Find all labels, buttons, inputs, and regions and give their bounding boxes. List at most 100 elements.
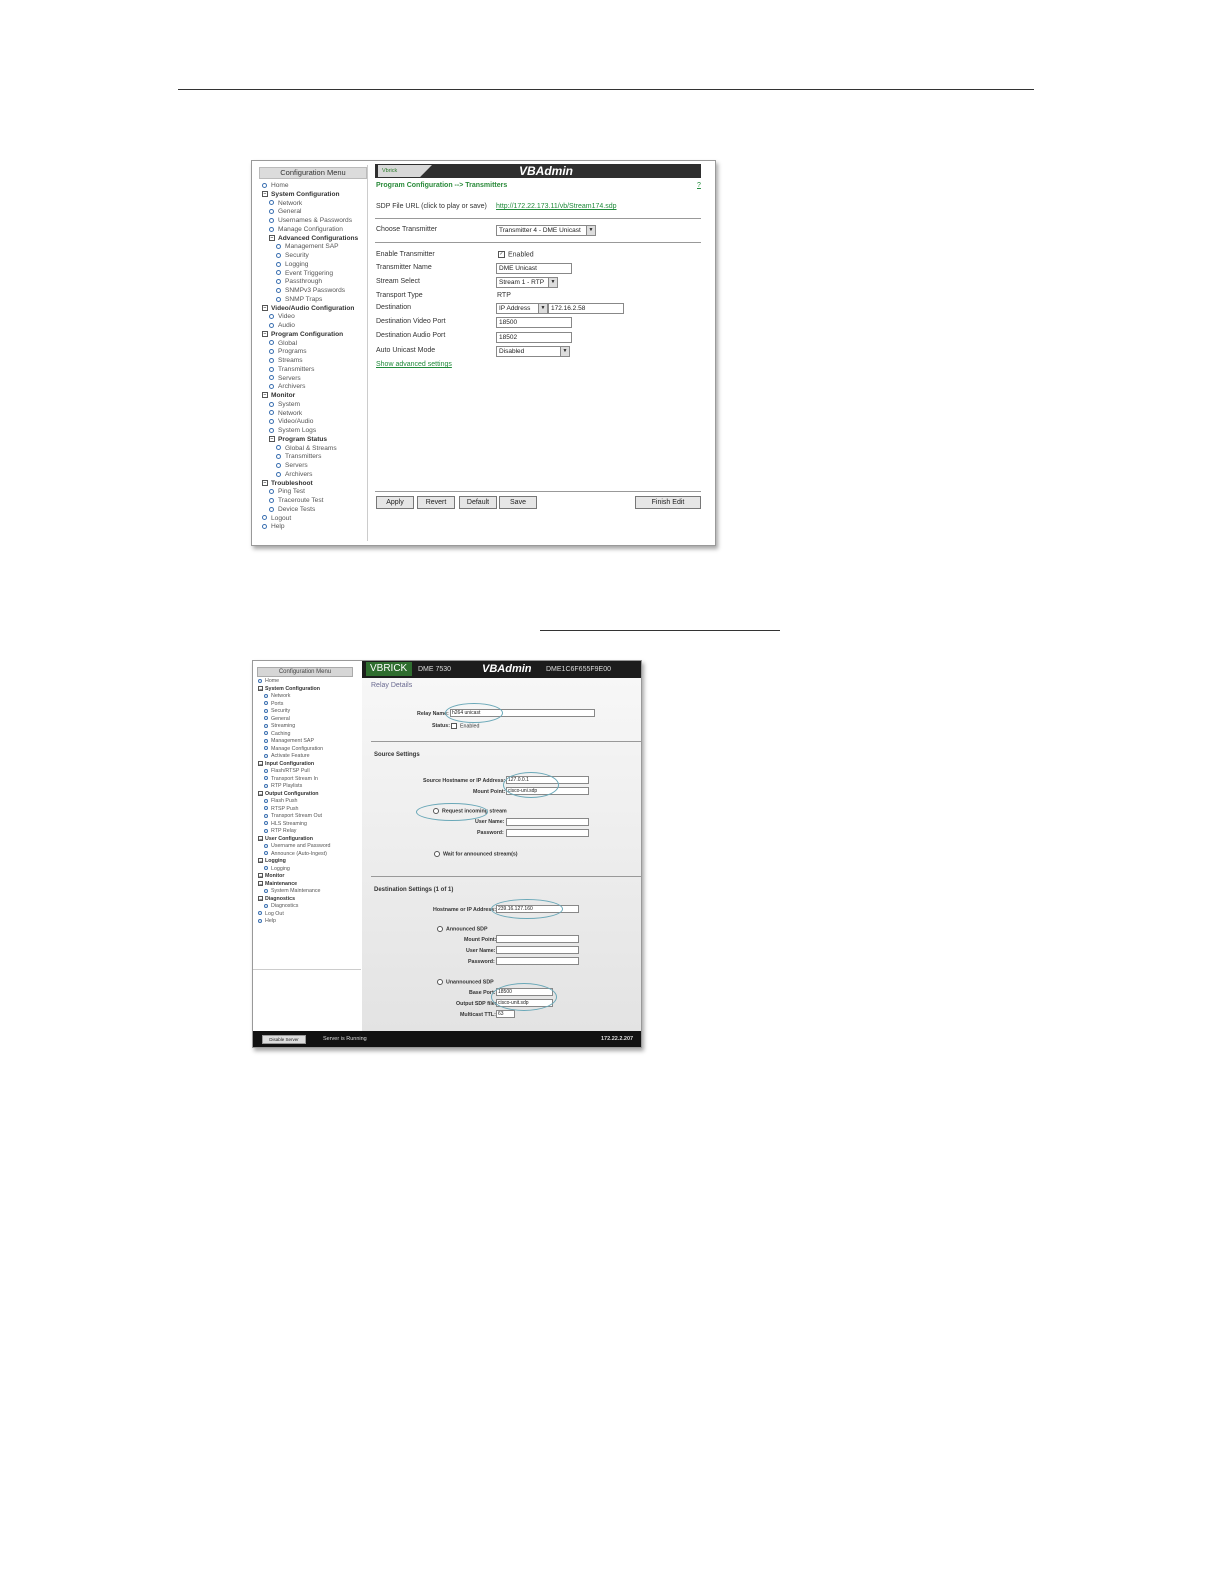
menu-item-logging[interactable]: Logging xyxy=(264,866,290,872)
menu-item-troubleshoot[interactable]: − Troubleshoot xyxy=(262,480,313,488)
apply-button[interactable]: Apply xyxy=(376,496,414,509)
menu-item-device-tests[interactable]: Device Tests xyxy=(269,506,315,514)
menu-item-help[interactable]: Help xyxy=(258,918,276,924)
save-button[interactable]: Save xyxy=(499,496,537,509)
ann-mount-input[interactable] xyxy=(496,935,579,943)
destination-ip-input[interactable]: 172.16.2.58 xyxy=(548,303,624,314)
menu-item-programs[interactable]: Programs xyxy=(269,348,307,356)
menu-item-archivers[interactable]: Archivers xyxy=(269,383,305,391)
menu-item-system-configuration[interactable]: − System Configuration xyxy=(258,686,320,693)
menu-item-rtsp-push[interactable]: RTSP Push xyxy=(264,806,298,812)
menu-item-system-maintenance[interactable]: System Maintenance xyxy=(264,888,320,894)
announced-sdp-radio[interactable]: Announced SDP xyxy=(437,926,488,932)
status-checkbox[interactable]: Enabled xyxy=(451,723,479,729)
menu-item-security[interactable]: Security xyxy=(276,252,309,260)
menu-item-servers[interactable]: Servers xyxy=(269,375,301,383)
destination-type-select[interactable]: IP Address xyxy=(496,303,548,314)
menu-item-system-configuration[interactable]: − System Configuration xyxy=(262,191,340,199)
menu-item-streaming[interactable]: Streaming xyxy=(264,723,295,729)
menu-item-logging[interactable]: Logging xyxy=(276,261,308,269)
menu-item-home[interactable]: Home xyxy=(262,182,289,190)
menu-item-transmitters[interactable]: Transmitters xyxy=(269,366,314,374)
menu-item-manage-configuration[interactable]: Manage Configuration xyxy=(269,226,343,234)
stream-select[interactable]: Stream 1 - RTP xyxy=(496,277,558,288)
choose-transmitter-select[interactable]: Transmitter 4 - DME Unicast xyxy=(496,225,596,236)
menu-item-logout[interactable]: Logout xyxy=(262,515,291,523)
menu-item-advanced-configurations[interactable]: − Advanced Configurations xyxy=(269,235,358,243)
menu-item-activate-feature[interactable]: Activate Feature xyxy=(264,753,310,759)
menu-item-ports[interactable]: Ports xyxy=(264,701,283,707)
menu-item-video-audio-configuration[interactable]: − Video/Audio Configuration xyxy=(262,305,354,313)
menu-item-transport-stream-in[interactable]: Transport Stream In xyxy=(264,776,318,782)
user-name-input[interactable] xyxy=(506,818,589,826)
menu-item-event-triggering[interactable]: Event Triggering xyxy=(276,270,333,278)
revert-button[interactable]: Revert xyxy=(417,496,455,509)
menu-item-rtp-playlists[interactable]: RTP Playlists xyxy=(264,783,302,789)
menu-item-global-streams[interactable]: Global & Streams xyxy=(276,445,337,453)
menu-item-passthrough[interactable]: Passthrough xyxy=(276,278,322,286)
transmitter-name-input[interactable]: DME Unicast xyxy=(496,263,572,274)
menu-item-general[interactable]: General xyxy=(264,716,290,722)
finish-edit-button[interactable]: Finish Edit xyxy=(635,496,701,509)
menu-item-monitor[interactable]: − Monitor xyxy=(258,873,284,880)
auto-unicast-select[interactable]: Disabled xyxy=(496,346,570,357)
menu-item-traceroute-test[interactable]: Traceroute Test xyxy=(269,497,323,505)
menu-item-video[interactable]: Video xyxy=(269,313,295,321)
menu-item-program-configuration[interactable]: − Program Configuration xyxy=(262,331,343,339)
menu-item-home[interactable]: Home xyxy=(258,678,279,684)
menu-item-manage-configuration[interactable]: Manage Configuration xyxy=(264,746,323,752)
menu-item-video-audio[interactable]: Video/Audio xyxy=(269,418,313,426)
menu-item-logging[interactable]: − Logging xyxy=(258,858,286,865)
menu-item-log-out[interactable]: Log Out xyxy=(258,911,284,917)
menu-item-flash-push[interactable]: Flash Push xyxy=(264,798,298,804)
menu-item-ping-test[interactable]: Ping Test xyxy=(269,488,305,496)
ttl-input[interactable]: 63 xyxy=(496,1010,515,1018)
password-input[interactable] xyxy=(506,829,589,837)
wait-announced-radio[interactable]: Wait for announced stream(s) xyxy=(434,851,518,857)
menu-item-system[interactable]: System xyxy=(269,401,300,409)
menu-item-security[interactable]: Security xyxy=(264,708,290,714)
help-link[interactable]: ? xyxy=(697,182,701,189)
menu-item-snmp-traps[interactable]: SNMP Traps xyxy=(276,296,322,304)
enable-transmitter-checkbox[interactable]: ✓ Enabled xyxy=(498,251,534,258)
menu-item-archivers[interactable]: Archivers xyxy=(276,471,312,479)
menu-item-rtp-relay[interactable]: RTP Relay xyxy=(264,828,296,834)
menu-item-management-sap[interactable]: Management SAP xyxy=(264,738,314,744)
menu-item-output-configuration[interactable]: − Output Configuration xyxy=(258,791,319,798)
menu-item-hls-streaming[interactable]: HLS Streaming xyxy=(264,821,307,827)
menu-item-usernames-passwords[interactable]: Usernames & Passwords xyxy=(269,217,352,225)
sdp-url-link[interactable]: http://172.22.173.11/vb/Stream174.sdp xyxy=(496,203,617,210)
menu-item-help[interactable]: Help xyxy=(262,523,285,531)
video-port-input[interactable]: 18500 xyxy=(496,317,572,328)
menu-item-caching[interactable]: Caching xyxy=(264,731,290,737)
audio-port-input[interactable]: 18502 xyxy=(496,332,572,343)
menu-item-input-configuration[interactable]: − Input Configuration xyxy=(258,761,314,768)
menu-item-maintenance[interactable]: − Maintenance xyxy=(258,881,297,888)
menu-item-diagnostics[interactable]: Diagnostics xyxy=(264,903,298,909)
menu-item-transmitters[interactable]: Transmitters xyxy=(276,453,321,461)
menu-item-username-and-password[interactable]: Username and Password xyxy=(264,843,330,849)
menu-item-general[interactable]: General xyxy=(269,208,301,216)
ann-password-input[interactable] xyxy=(496,957,579,965)
menu-item-management-sap[interactable]: Management SAP xyxy=(276,243,339,251)
menu-item-servers[interactable]: Servers xyxy=(276,462,308,470)
menu-item-network[interactable]: Network xyxy=(269,200,302,208)
menu-item-global[interactable]: Global xyxy=(269,340,297,348)
menu-item-network[interactable]: Network xyxy=(264,693,290,699)
menu-item-announce-auto-ingest[interactable]: Announce (Auto-Ingest) xyxy=(264,851,327,857)
menu-item-snmpv3-passwords[interactable]: SNMPv3 Passwords xyxy=(276,287,345,295)
menu-item-user-configuration[interactable]: − User Configuration xyxy=(258,836,313,843)
menu-item-diagnostics[interactable]: − Diagnostics xyxy=(258,896,295,903)
disable-server-button[interactable]: Disable Server xyxy=(262,1035,306,1044)
menu-item-transport-stream-out[interactable]: Transport Stream Out xyxy=(264,813,322,819)
menu-item-system-logs[interactable]: System Logs xyxy=(269,427,316,435)
unannounced-sdp-radio[interactable]: Unannounced SDP xyxy=(437,979,494,985)
menu-item-monitor[interactable]: − Monitor xyxy=(262,392,295,400)
show-advanced-link[interactable]: Show advanced settings xyxy=(376,361,452,368)
ann-user-input[interactable] xyxy=(496,946,579,954)
default-button[interactable]: Default xyxy=(459,496,497,509)
menu-item-network[interactable]: Network xyxy=(269,410,302,418)
menu-item-audio[interactable]: Audio xyxy=(269,322,295,330)
menu-item-streams[interactable]: Streams xyxy=(269,357,303,365)
menu-item-flash-rtsp-pull[interactable]: Flash/RTSP Pull xyxy=(264,768,310,774)
